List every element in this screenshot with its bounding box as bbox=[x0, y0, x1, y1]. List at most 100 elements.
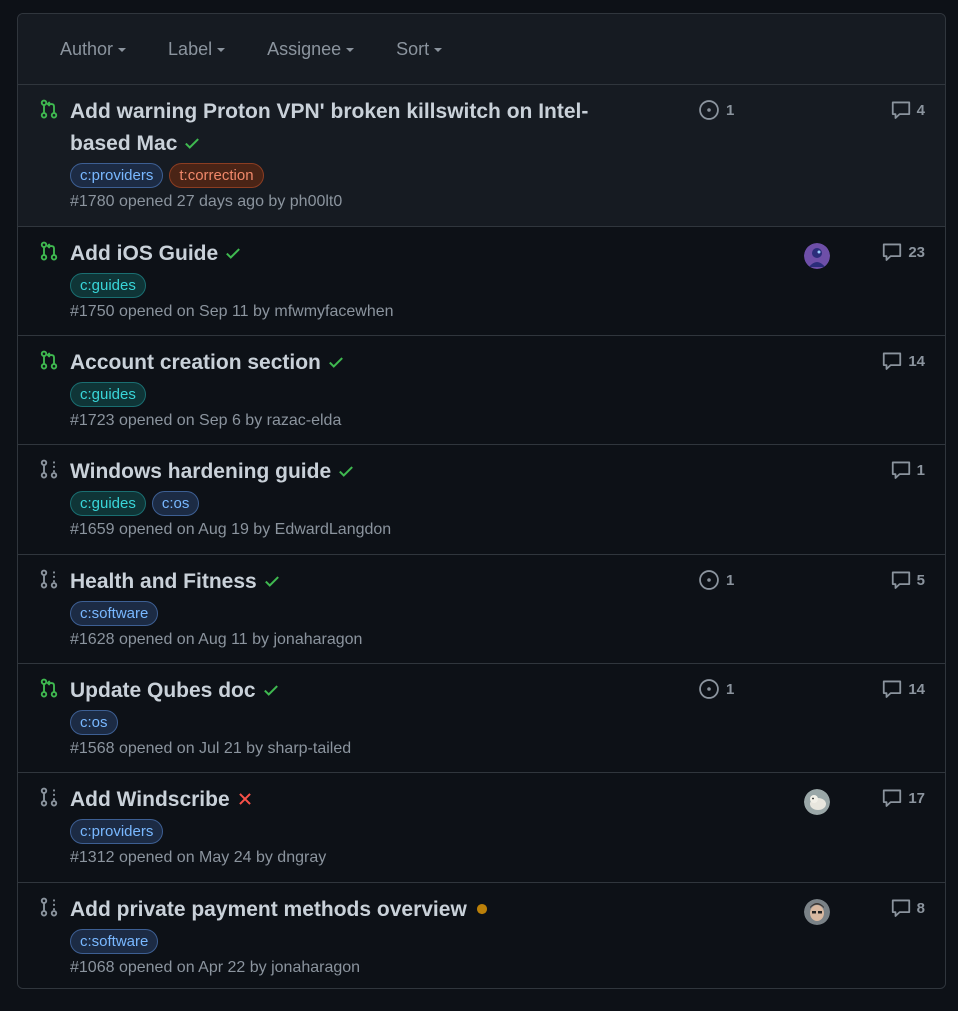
chevron-down-icon bbox=[217, 48, 226, 52]
comments-link[interactable]: 5 bbox=[890, 569, 925, 591]
pr-content: Add private payment methods overview c:s… bbox=[70, 894, 610, 977]
linked-issues[interactable]: 1 bbox=[698, 569, 734, 591]
label-badge[interactable]: c:software bbox=[70, 929, 159, 954]
author-link[interactable]: sharp-tailed bbox=[268, 740, 352, 757]
pull-request-row: Health and Fitness c:software #1628 open… bbox=[18, 555, 945, 664]
pr-title-link[interactable]: Windows hardening guide bbox=[70, 460, 331, 483]
author-link[interactable]: jonaharagon bbox=[273, 631, 362, 648]
pr-content: Add warning Proton VPN' broken killswitc… bbox=[70, 96, 610, 211]
pr-title-link[interactable]: Add Windscribe bbox=[70, 788, 230, 811]
pr-number: #1068 bbox=[70, 959, 115, 976]
label-badge[interactable]: c:guides bbox=[70, 273, 146, 298]
check-icon[interactable] bbox=[262, 681, 280, 704]
comments-link[interactable]: 4 bbox=[890, 99, 925, 121]
author-link[interactable]: ph00lt0 bbox=[290, 193, 343, 210]
linked-issues[interactable]: 1 bbox=[698, 99, 734, 121]
pull-request-draft-icon bbox=[39, 787, 59, 807]
comments-link[interactable]: 14 bbox=[881, 678, 925, 700]
pr-content: Health and Fitness c:software #1628 open… bbox=[70, 566, 610, 649]
labels: c:software bbox=[70, 601, 610, 627]
comments-link[interactable]: 1 bbox=[890, 459, 925, 481]
label-badge[interactable]: c:guides bbox=[70, 382, 146, 407]
comment-icon bbox=[890, 99, 917, 121]
comments-link[interactable]: 8 bbox=[890, 897, 925, 919]
linked-issues[interactable]: 1 bbox=[698, 678, 734, 700]
author-link[interactable]: dngray bbox=[277, 849, 326, 866]
pr-opened: opened on Jul 21 by bbox=[118, 740, 264, 757]
comments-count: 8 bbox=[916, 899, 925, 917]
author-filter[interactable]: Author bbox=[60, 38, 127, 60]
assignee-filter[interactable]: Assignee bbox=[267, 39, 355, 60]
pull-request-row: Add warning Proton VPN' broken killswitc… bbox=[18, 85, 945, 227]
linked-issue-icon bbox=[698, 99, 726, 121]
pr-opened: opened on Aug 11 by bbox=[118, 631, 270, 648]
comments-link[interactable]: 17 bbox=[881, 787, 925, 809]
label-badge[interactable]: c:os bbox=[70, 710, 118, 735]
pending-dot-icon[interactable] bbox=[473, 900, 491, 923]
pr-title-link[interactable]: Add private payment methods overview bbox=[70, 898, 467, 921]
comments-count: 23 bbox=[908, 243, 925, 261]
author-link[interactable]: razac-elda bbox=[267, 412, 342, 429]
pr-number: #1659 bbox=[70, 521, 115, 538]
chevron-down-icon bbox=[118, 48, 127, 52]
x-icon[interactable] bbox=[236, 790, 254, 813]
label-badge[interactable]: c:os bbox=[151, 491, 200, 516]
pull-request-draft-icon bbox=[39, 897, 59, 917]
reviewer-avatar[interactable] bbox=[804, 899, 830, 925]
pr-number: #1780 bbox=[70, 193, 115, 210]
pull-request-draft-icon bbox=[39, 459, 59, 479]
pull-request-row: Add iOS Guide c:guides #1750 opened on S… bbox=[18, 227, 945, 336]
check-icon[interactable] bbox=[327, 353, 345, 376]
pr-title-link[interactable]: Account creation section bbox=[70, 351, 321, 374]
pull-request-row: Add private payment methods overview c:s… bbox=[18, 883, 945, 988]
comments-count: 1 bbox=[916, 461, 925, 479]
reviewer-avatar[interactable] bbox=[804, 243, 830, 269]
pull-request-row: Windows hardening guide c:guides c:os #16… bbox=[18, 445, 945, 555]
pr-title-link[interactable]: Add iOS Guide bbox=[70, 242, 218, 265]
comments-count: 17 bbox=[908, 789, 925, 807]
pr-content: Add iOS Guide c:guides #1750 opened on S… bbox=[70, 238, 610, 321]
author-link[interactable]: EdwardLangdon bbox=[275, 521, 392, 538]
pr-number: #1750 bbox=[70, 303, 115, 320]
check-icon[interactable] bbox=[224, 244, 242, 267]
comment-icon bbox=[881, 241, 908, 263]
pr-title-link[interactable]: Health and Fitness bbox=[70, 570, 257, 593]
pull-request-row: Update Qubes doc c:os #1568 opened on Ju… bbox=[18, 664, 945, 773]
pr-meta: #1068 opened on Apr 22 by jonaharagon bbox=[70, 959, 610, 977]
comment-icon bbox=[881, 787, 908, 809]
pr-number: #1628 bbox=[70, 631, 115, 648]
label-badge[interactable]: c:software bbox=[70, 601, 159, 626]
pr-meta: #1568 opened on Jul 21 by sharp-tailed bbox=[70, 740, 610, 758]
comments-count: 4 bbox=[916, 101, 925, 119]
author-link[interactable]: mfwmyfacewhen bbox=[274, 303, 393, 320]
label-filter[interactable]: Label bbox=[168, 39, 226, 60]
pr-title-link[interactable]: Update Qubes doc bbox=[70, 679, 256, 702]
pr-title-link[interactable]: Add warning Proton VPN' broken killswitc… bbox=[70, 100, 588, 155]
chevron-down-icon bbox=[346, 48, 355, 52]
label-badge[interactable]: c:guides bbox=[70, 491, 146, 516]
comment-icon bbox=[881, 350, 908, 372]
reviewer-avatar[interactable] bbox=[804, 789, 830, 815]
label-badge[interactable]: c:providers bbox=[70, 163, 164, 188]
linked-issues-count: 1 bbox=[726, 101, 735, 119]
comments-link[interactable]: 14 bbox=[881, 350, 925, 372]
pr-content: Account creation section c:guides #1723 … bbox=[70, 347, 610, 430]
sort-filter[interactable]: Sort bbox=[396, 39, 443, 60]
author-link[interactable]: jonaharagon bbox=[271, 959, 360, 976]
pr-number: #1568 bbox=[70, 740, 115, 757]
pr-meta: #1628 opened on Aug 11 by jonaharagon bbox=[70, 631, 610, 649]
pr-opened: opened on Apr 22 by bbox=[118, 959, 267, 976]
pr-meta: #1659 opened on Aug 19 by EdwardLangdon bbox=[70, 521, 610, 539]
comments-link[interactable]: 23 bbox=[881, 241, 925, 263]
chevron-down-icon bbox=[434, 48, 443, 52]
author-filter-label: Author bbox=[60, 38, 114, 59]
pr-meta: #1723 opened on Sep 6 by razac-elda bbox=[70, 412, 610, 430]
check-icon[interactable] bbox=[183, 134, 201, 157]
pr-number: #1312 bbox=[70, 849, 115, 866]
label-badge[interactable]: c:providers bbox=[70, 819, 164, 844]
comment-icon bbox=[890, 459, 917, 481]
label-badge[interactable]: t:correction bbox=[169, 163, 264, 188]
check-icon[interactable] bbox=[337, 462, 355, 485]
pr-meta: #1780 opened 27 days ago by ph00lt0 bbox=[70, 193, 610, 211]
check-icon[interactable] bbox=[263, 572, 281, 595]
